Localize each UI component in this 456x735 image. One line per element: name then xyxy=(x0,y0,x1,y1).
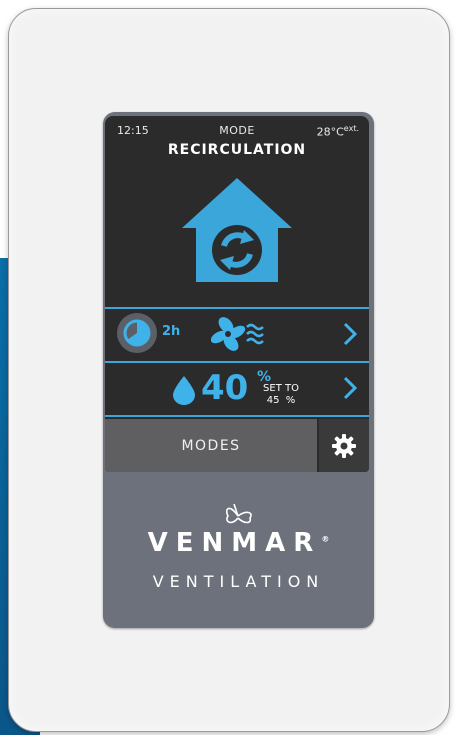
set-to-label: SET TO xyxy=(263,383,299,394)
gear-icon xyxy=(332,433,356,458)
registered-mark: ® xyxy=(321,534,330,544)
recirculation-house-icon[interactable] xyxy=(178,172,296,290)
mode-title: RECIRCULATION xyxy=(167,142,307,158)
humidity-row[interactable]: 40 % SET TO 45 % xyxy=(105,363,369,413)
exterior-temp-value: 28°C xyxy=(316,125,344,139)
chevron-right-icon[interactable] xyxy=(341,321,359,347)
bottom-bar: MODES xyxy=(105,419,369,472)
divider-line xyxy=(105,415,369,417)
exterior-temp-suffix: ext. xyxy=(343,124,359,133)
timer-icon[interactable] xyxy=(117,313,157,353)
set-to-value: 45 % xyxy=(266,395,296,406)
chevron-right-icon[interactable] xyxy=(341,375,359,401)
water-drop-icon xyxy=(173,376,195,405)
brand-name: VENMAR® xyxy=(103,528,374,558)
fan-icon[interactable] xyxy=(211,317,267,351)
timer-row[interactable]: 2h xyxy=(105,309,369,359)
airflow-icon xyxy=(246,323,264,345)
timer-duration: 2h xyxy=(162,324,181,339)
butterfly-icon xyxy=(225,503,252,524)
settings-button[interactable] xyxy=(319,419,369,472)
modes-button[interactable]: MODES xyxy=(105,419,317,472)
brand-name-text: VENMAR xyxy=(147,528,322,558)
touch-screen: 12:15 MODE 28°Cext. RECIRCULATION 2h 40 … xyxy=(105,116,369,472)
timer-dial-icon xyxy=(123,319,151,347)
status-bar: 12:15 MODE 28°Cext. xyxy=(105,122,369,139)
humidity-value: 40 xyxy=(201,368,249,408)
exterior-temp: 28°Cext. xyxy=(317,124,359,139)
brand-subtitle: VENTILATION xyxy=(152,572,325,591)
device-scene: 12:15 MODE 28°Cext. RECIRCULATION 2h 40 … xyxy=(0,0,456,735)
brand-logo: VENMAR® VENTILATION xyxy=(103,500,374,610)
humidity-setpoint: SET TO 45 % xyxy=(259,383,303,407)
